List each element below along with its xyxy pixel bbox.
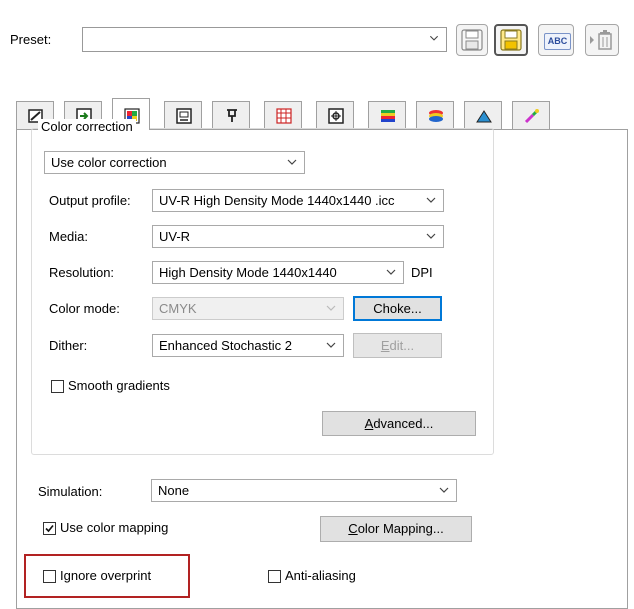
advanced-button[interactable]: Advanced... [322, 411, 476, 436]
use-color-mapping-label: Use color mapping [60, 520, 169, 535]
output-profile-value: UV-R High Density Mode 1440x1440 .icc [159, 193, 395, 208]
simulation-value: None [158, 483, 190, 498]
color-mode-value: CMYK [159, 301, 197, 316]
edit-mnemonic: E [380, 338, 390, 353]
advanced-button-label: dvanced... [373, 416, 434, 431]
media-select[interactable]: UV-R [152, 225, 444, 248]
output-profile-select[interactable]: UV-R High Density Mode 1440x1440 .icc [152, 189, 444, 212]
choke-button[interactable]: Choke... [353, 296, 442, 321]
anti-aliasing-checkbox[interactable] [268, 570, 281, 583]
color-correction-mode-value: Use color correction [51, 155, 167, 170]
resolution-value: High Density Mode 1440x1440 [159, 265, 337, 280]
color-mapping-mnemonic: C [348, 521, 358, 536]
resolution-label: Resolution: [49, 265, 115, 280]
color-mode-label: Color mode: [49, 301, 120, 316]
chevron-down-icon [426, 197, 436, 203]
ignore-overprint-label: Ignore overprint [60, 568, 152, 583]
dither-label: Dither: [49, 338, 88, 353]
smooth-gradients-checkbox[interactable] [51, 380, 64, 393]
media-value: UV-R [159, 229, 191, 244]
dither-value: Enhanced Stochastic 2 [159, 338, 292, 353]
chevron-down-icon [287, 159, 297, 165]
chevron-down-icon [326, 305, 336, 311]
chevron-down-icon [426, 233, 436, 239]
simulation-select[interactable]: None [151, 479, 457, 502]
resolution-select[interactable]: High Density Mode 1440x1440 [152, 261, 404, 284]
chevron-down-icon [386, 269, 396, 275]
edit-dither-button[interactable]: Edit... [353, 333, 442, 358]
color-correction-mode-select[interactable]: Use color correction [44, 151, 305, 174]
ignore-overprint-checkbox[interactable] [43, 570, 56, 583]
color-mapping-button-label: olor Mapping... [357, 521, 444, 536]
use-color-mapping-checkbox[interactable] [43, 522, 56, 535]
color-mode-select[interactable]: CMYK [152, 297, 344, 320]
output-profile-label: Output profile: [49, 193, 131, 208]
color-mapping-button[interactable]: Color Mapping... [320, 516, 472, 542]
checkmark-icon [45, 524, 54, 533]
simulation-label: Simulation: [38, 484, 103, 499]
media-label: Media: [49, 229, 89, 244]
smooth-gradients-label: Smooth gradients [68, 378, 170, 393]
anti-aliasing-label: Anti-aliasing [285, 568, 356, 583]
dither-select[interactable]: Enhanced Stochastic 2 [152, 334, 344, 357]
chevron-down-icon [326, 342, 336, 348]
chevron-down-icon [439, 487, 449, 493]
resolution-unit: DPI [411, 265, 433, 280]
edit-button-label: dit... [389, 338, 415, 353]
